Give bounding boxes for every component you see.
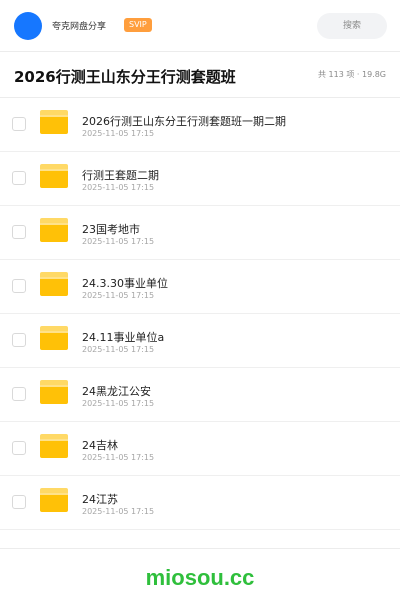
item-date: 2025-11-05 17:15 [82,291,155,300]
folder-icon [40,110,68,134]
checkbox[interactable] [12,441,26,455]
checkbox[interactable] [12,117,26,131]
list-item[interactable]: 24吉林 2025-11-05 17:15 [0,422,400,476]
footer: miosou.cc [0,548,400,600]
top-bar: 夸克网盘分享 SVIP 搜索 [0,0,400,52]
item-date: 2025-11-05 17:15 [82,453,155,462]
checkbox[interactable] [12,279,26,293]
folder-icon [40,218,68,242]
item-name: 23国考地市 [82,223,140,236]
folder-icon [40,434,68,458]
list-item[interactable]: 23国考地市 2025-11-05 17:15 [0,206,400,260]
item-name: 24江苏 [82,493,118,506]
folder-icon [40,380,68,404]
folder-icon [40,326,68,350]
list-item[interactable]: 24江苏 2025-11-05 17:15 [0,476,400,530]
item-name: 24黑龙江公安 [82,385,151,398]
site-name: 夸克网盘分享 [52,22,107,32]
item-date: 2025-11-05 17:15 [82,399,155,408]
item-name: 24.11事业单位a [82,331,165,344]
list-item[interactable]: 24.3.30事业单位 2025-11-05 17:15 [0,260,400,314]
watermark: miosou.cc [145,565,255,590]
svip-badge: SVIP [124,18,152,32]
checkbox[interactable] [12,171,26,185]
item-date: 2025-11-05 17:15 [82,183,155,192]
folder-icon [40,164,68,188]
list-item[interactable]: 行测王套题二期 2025-11-05 17:15 [0,152,400,206]
item-name: 24.3.30事业单位 [82,277,168,290]
checkbox[interactable] [12,387,26,401]
avatar[interactable] [14,12,42,40]
checkbox[interactable] [12,225,26,239]
search-button[interactable]: 搜索 [317,13,387,39]
folder-icon [40,488,68,512]
folder-icon [40,272,68,296]
list-item[interactable]: 24.11事业单位a 2025-11-05 17:15 [0,314,400,368]
item-date: 2025-11-05 17:15 [82,507,155,516]
list-item[interactable]: 2026行测王山东分王行测套题班一期二期 2025-11-05 17:15 [0,98,400,152]
list-item[interactable]: 24黑龙江公安 2025-11-05 17:15 [0,368,400,422]
item-name: 行测王套题二期 [82,169,159,182]
item-date: 2025-11-05 17:15 [82,345,155,354]
folder-header: 2026行测王山东分王行测套题班 共 113 项 · 19.8G [0,52,400,98]
item-date: 2025-11-05 17:15 [82,237,155,246]
item-name: 24吉林 [82,439,118,452]
checkbox[interactable] [12,333,26,347]
item-date: 2025-11-05 17:15 [82,129,155,138]
file-list: 2026行测王山东分王行测套题班一期二期 2025-11-05 17:15 行测… [0,98,400,530]
folder-meta: 共 113 项 · 19.8G [318,70,386,79]
checkbox[interactable] [12,495,26,509]
page-title: 2026行测王山东分王行测套题班 [14,68,236,86]
item-name: 2026行测王山东分王行测套题班一期二期 [82,115,286,128]
